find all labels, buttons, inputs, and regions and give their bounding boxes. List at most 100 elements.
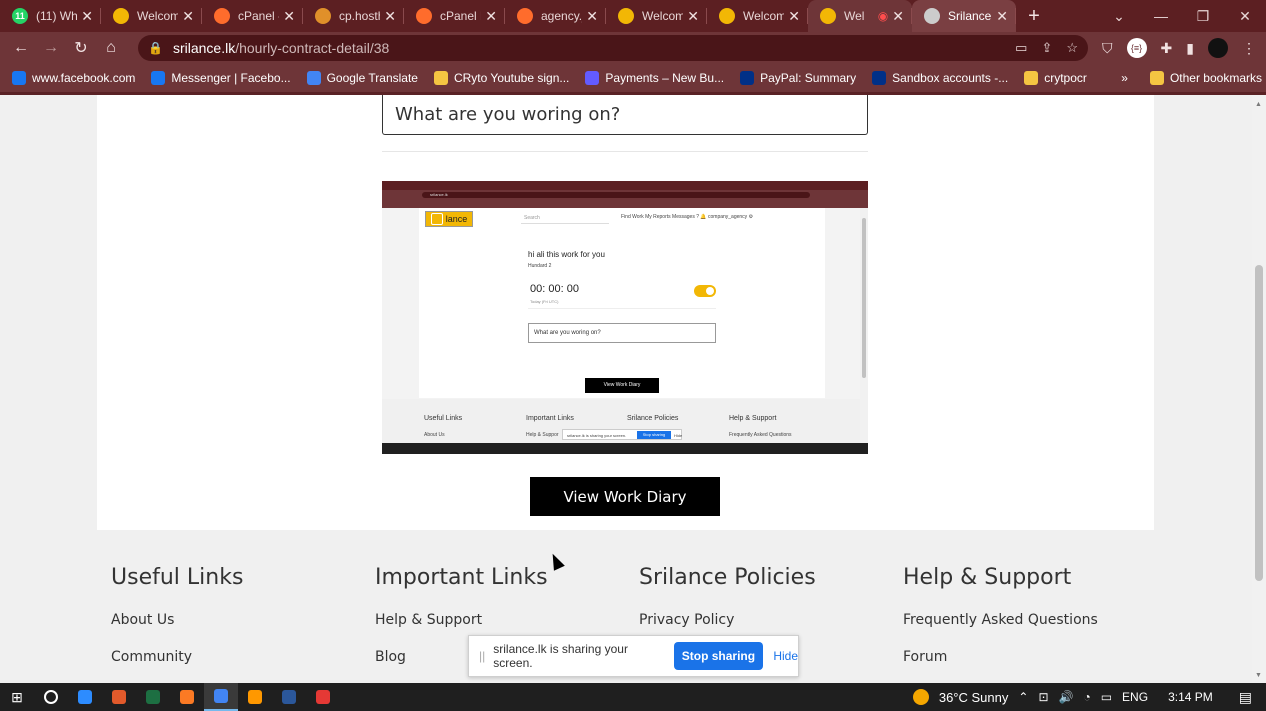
browser-tab[interactable]: cPanel - ✕ [202, 0, 303, 32]
bookmark-item[interactable]: Google Translate [306, 71, 418, 85]
extensions-puzzle-icon[interactable]: ✚ [1161, 40, 1173, 57]
hide-share-bar-button[interactable]: Hide [773, 649, 798, 663]
recorder-icon-glyph [316, 690, 330, 704]
shield-extension-icon[interactable]: ⛉ [1102, 40, 1113, 57]
stripe-icon [585, 71, 600, 85]
profile-avatar[interactable] [1207, 38, 1228, 58]
bookmark-item[interactable]: CRyto Youtube sign... [433, 71, 569, 85]
scroll-down-icon[interactable]: ▼ [1255, 672, 1262, 679]
close-tab-icon[interactable]: ✕ [788, 8, 800, 25]
share-icon[interactable]: ⇪ [1041, 40, 1052, 56]
weather-text[interactable]: 36°C Sunny [939, 690, 1009, 705]
footer-link-help-support[interactable]: Help & Support [375, 612, 548, 628]
close-tab-icon[interactable]: ✕ [687, 8, 699, 25]
browser-tab[interactable]: 11 (11) Wh ✕ [0, 0, 101, 32]
stop-sharing-button[interactable]: Stop sharing [673, 642, 764, 670]
close-tab-icon[interactable]: ✕ [892, 8, 904, 25]
browser-tab[interactable]: Srilance ✕ [912, 0, 1016, 32]
close-tab-icon[interactable]: ✕ [81, 8, 93, 25]
footer-link-about-us[interactable]: About Us [111, 612, 243, 628]
forward-icon[interactable]: → [36, 39, 66, 57]
view-work-diary-button[interactable]: View Work Diary [530, 477, 720, 516]
side-panel-icon[interactable]: ▮ [1186, 40, 1194, 57]
notifications-icon[interactable]: ▤ [1239, 689, 1252, 706]
browser-tab[interactable]: Welcom ✕ [101, 0, 202, 32]
thumb-stop-sharing: Stop sharing [637, 431, 671, 439]
start-windows-icon[interactable]: ⊞ [0, 683, 34, 711]
wifi-icon[interactable]: ◔ [1083, 690, 1090, 704]
other-bookmarks-folder[interactable]: Other bookmarks [1149, 71, 1262, 85]
browser-tab[interactable]: Welcom ✕ [606, 0, 707, 32]
work-screenshot-thumbnail[interactable]: srilance.lk lance Search Find Work My Re… [382, 181, 868, 454]
browser-tab[interactable]: Wel ◉ ✕ [808, 0, 912, 32]
browser-tab[interactable]: cPanel F ✕ [404, 0, 505, 32]
app-icon[interactable] [102, 683, 136, 711]
chrome-icon[interactable] [204, 683, 238, 711]
xampp-icon[interactable] [170, 683, 204, 711]
page-scrollbar[interactable]: ▲ ▼ [1252, 95, 1266, 683]
tab-title: agency.j [541, 9, 583, 23]
footer-link-faq[interactable]: Frequently Asked Questions [903, 612, 1098, 628]
browser-tab[interactable]: Welcom ✕ [707, 0, 808, 32]
browser-tab[interactable]: agency.j ✕ [505, 0, 606, 32]
browser-tab[interactable]: cp.hosth ✕ [303, 0, 404, 32]
footer-useful-links: Useful Links About Us Community [111, 565, 243, 683]
footer-link-privacy-policy[interactable]: Privacy Policy [639, 612, 816, 628]
tray-network-icon[interactable]: ⊡ [1038, 690, 1048, 704]
bookmark-item[interactable]: Messenger | Facebo... [151, 71, 291, 85]
weather-sun-icon[interactable] [912, 689, 929, 705]
menu-kebab-icon[interactable]: ⋮ [1242, 40, 1256, 57]
close-tab-icon[interactable]: ✕ [283, 8, 295, 25]
thumb-address-bar: srilance.lk [422, 191, 810, 198]
battery-icon[interactable]: ▭ [1101, 690, 1112, 704]
address-bar[interactable]: 🔒 srilance.lk/hourly-contract-detail/38 … [138, 35, 1088, 61]
address-host: srilance.lk [172, 40, 236, 56]
close-window-button[interactable]: ✕ [1224, 8, 1266, 25]
cast-icon[interactable]: ▭ [1015, 40, 1027, 56]
translate-icon [306, 71, 321, 85]
drag-handle-icon[interactable]: || [479, 649, 485, 663]
work-description-input[interactable]: What are you woring on? [382, 95, 868, 135]
volume-icon[interactable]: 🔊 [1059, 690, 1074, 704]
bookmark-label: Sandbox accounts -... [892, 71, 1009, 85]
scrollbar-thumb[interactable] [1255, 265, 1263, 581]
tab-title: cPanel F [440, 9, 481, 23]
close-tab-icon[interactable]: ✕ [182, 8, 194, 25]
tray-chevron-icon[interactable]: ⌃ [1018, 690, 1028, 704]
search-icon[interactable] [34, 683, 68, 711]
restore-button[interactable]: ❐ [1182, 8, 1224, 25]
bookmark-item[interactable]: Sandbox accounts -... [872, 71, 1008, 85]
language-indicator[interactable]: ENG [1122, 690, 1148, 704]
screen-share-bar: || srilance.lk is sharing your screen. S… [468, 635, 799, 677]
bookmark-star-icon[interactable]: ☆ [1066, 40, 1078, 56]
chrome-icon-glyph [214, 689, 228, 703]
minimize-button[interactable]: — [1140, 8, 1182, 24]
zoom-icon[interactable] [68, 683, 102, 711]
bookmarks-overflow-button[interactable]: » [1121, 71, 1128, 85]
home-icon[interactable]: ⌂ [96, 39, 126, 57]
bookmark-item[interactable]: PayPal: Summary [740, 71, 856, 85]
close-tab-icon[interactable]: ✕ [384, 8, 396, 25]
footer-link-community[interactable]: Community [111, 649, 243, 665]
excel-icon-glyph [146, 690, 160, 704]
reload-icon[interactable]: ↻ [66, 38, 96, 58]
bookmark-item[interactable]: crytpocr [1024, 71, 1087, 85]
bookmark-item[interactable]: Payments – New Bu... [585, 71, 724, 85]
back-icon[interactable]: ← [6, 39, 36, 57]
bookmark-item[interactable]: www.facebook.com [12, 71, 135, 85]
lock-icon[interactable]: 🔒 [148, 41, 163, 55]
close-tab-icon[interactable]: ✕ [485, 8, 497, 25]
scroll-up-icon[interactable]: ▲ [1255, 101, 1262, 108]
tab-search-icon[interactable]: ⌄ [1098, 8, 1140, 25]
close-tab-icon[interactable]: ✕ [586, 8, 598, 25]
sublime-icon[interactable] [238, 683, 272, 711]
new-tab-button[interactable]: + [1016, 0, 1052, 32]
close-tab-icon[interactable]: ✕ [996, 8, 1008, 25]
facebook-icon [151, 71, 166, 85]
json-extension-icon[interactable]: {≡} [1126, 38, 1147, 58]
excel-icon[interactable] [136, 683, 170, 711]
app-icon[interactable] [272, 683, 306, 711]
recorder-icon[interactable] [306, 683, 340, 711]
clock[interactable]: 3:14 PM [1168, 690, 1213, 704]
footer-link-forum[interactable]: Forum [903, 649, 1098, 665]
